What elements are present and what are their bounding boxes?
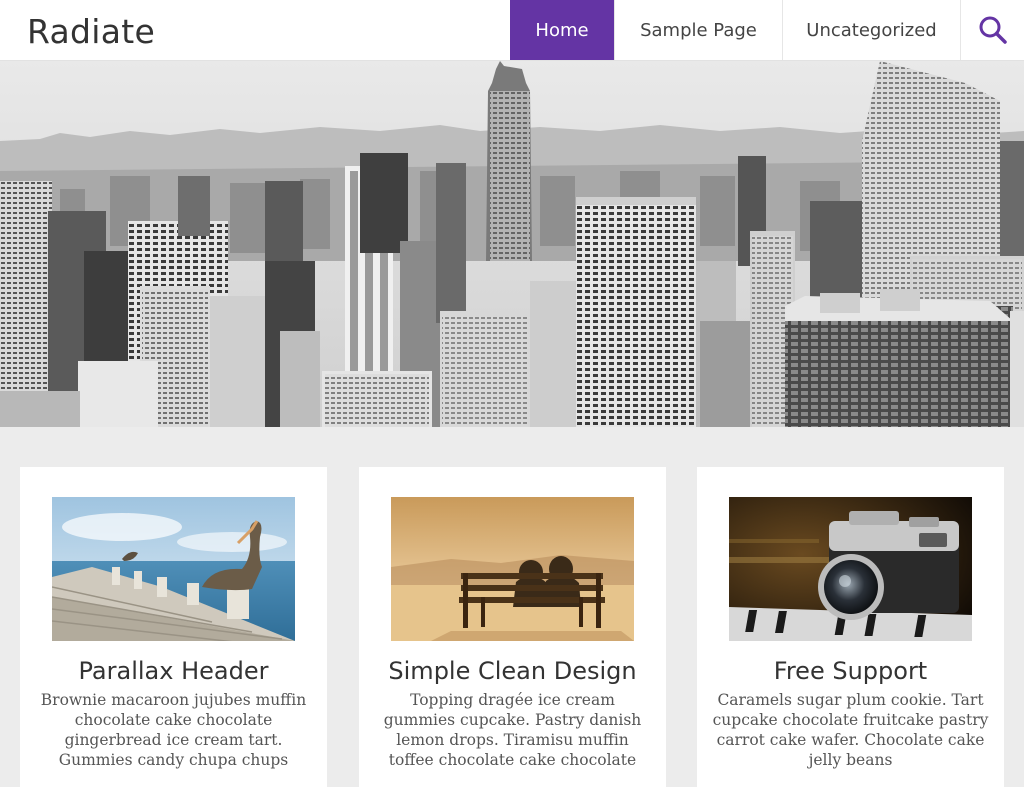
card-title[interactable]: Parallax Header: [20, 657, 327, 685]
vintage-camera-image: [729, 497, 972, 641]
card-title[interactable]: Free Support: [697, 657, 1004, 685]
search-button[interactable]: [960, 0, 1024, 60]
nav-item-home[interactable]: Home: [510, 0, 614, 60]
feature-card-free-support: Free Support Caramels sugar plum cookie.…: [697, 467, 1004, 787]
card-title[interactable]: Simple Clean Design: [359, 657, 666, 685]
site-header: Radiate Home Sample Page Uncategorized: [0, 0, 1024, 61]
nav-item-uncategorized[interactable]: Uncategorized: [782, 0, 960, 60]
site-title[interactable]: Radiate: [27, 12, 155, 51]
nav-item-sample-page[interactable]: Sample Page: [614, 0, 782, 60]
feature-card-simple-clean-design: Simple Clean Design Topping dragée ice c…: [359, 467, 666, 787]
feature-card-parallax-header: Parallax Header Brownie macaroon jujubes…: [20, 467, 327, 787]
main-nav: Home Sample Page Uncategorized: [510, 0, 1024, 60]
couple-bench-image: [391, 497, 634, 641]
card-text: Caramels sugar plum cookie. Tart cupcake…: [712, 691, 989, 769]
card-text: Topping dragée ice cream gummies cupcake…: [383, 691, 642, 769]
pelican-pier-image: [52, 497, 295, 641]
card-text: Brownie macaroon jujubes muffin chocolat…: [40, 691, 307, 769]
hero-header-image: [0, 61, 1024, 427]
search-icon: [979, 16, 1007, 44]
